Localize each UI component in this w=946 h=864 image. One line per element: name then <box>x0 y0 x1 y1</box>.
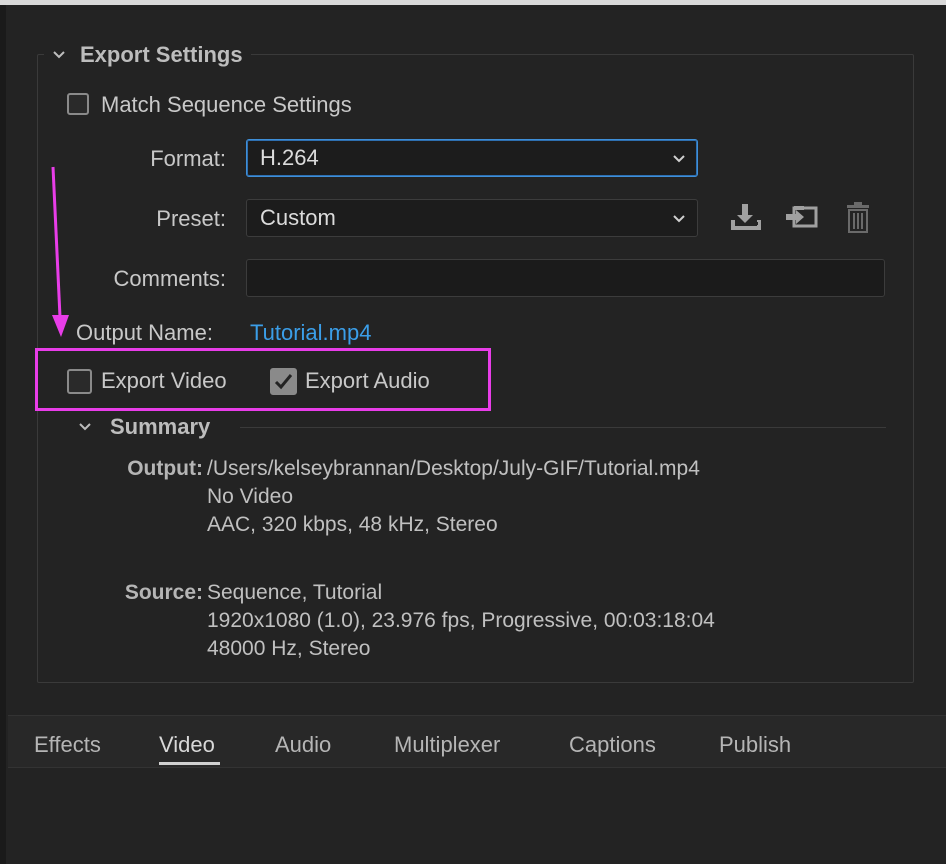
chevron-down-icon <box>673 215 685 223</box>
chevron-down-icon[interactable] <box>52 48 66 62</box>
summary-output-path: /Users/kelseybrannan/Desktop/July-GIF/Tu… <box>207 457 700 480</box>
summary-output-label: Output: <box>127 457 203 480</box>
chevron-down-icon <box>673 155 685 163</box>
active-tab-indicator <box>159 762 220 765</box>
export-video-checkbox[interactable] <box>67 369 92 394</box>
output-name-label: Output Name: <box>76 320 213 345</box>
save-preset-icon[interactable] <box>728 200 764 236</box>
tab-audio[interactable]: Audio <box>275 732 331 758</box>
summary-divider <box>240 427 886 428</box>
export-settings-header[interactable]: Export Settings <box>44 40 251 70</box>
export-audio-checkbox[interactable] <box>270 368 297 395</box>
window-top-strip <box>0 0 946 5</box>
match-sequence-checkbox[interactable] <box>67 93 89 115</box>
tab-publish[interactable]: Publish <box>719 732 791 758</box>
summary-output-video: No Video <box>207 485 294 508</box>
tab-video[interactable]: Video <box>159 732 215 758</box>
comments-label: Comments: <box>113 266 226 291</box>
tab-captions[interactable]: Captions <box>569 732 656 758</box>
output-name-link[interactable]: Tutorial.mp4 <box>250 320 371 346</box>
summary-header[interactable]: Summary <box>78 414 210 440</box>
summary-source-audio: 48000 Hz, Stereo <box>207 637 371 660</box>
preset-label: Preset: <box>156 206 226 231</box>
import-preset-icon[interactable] <box>784 200 820 236</box>
chevron-down-icon[interactable] <box>78 420 92 434</box>
summary-output-audio: AAC, 320 kbps, 48 kHz, Stereo <box>207 513 498 536</box>
comments-input[interactable] <box>246 259 885 297</box>
annotation-arrow <box>51 166 69 337</box>
preset-value: Custom <box>260 205 336 230</box>
format-label: Format: <box>150 146 226 171</box>
format-value: H.264 <box>260 145 319 170</box>
tab-multiplexer[interactable]: Multiplexer <box>394 732 500 758</box>
export-settings-title: Export Settings <box>80 42 243 67</box>
summary-title: Summary <box>110 414 211 439</box>
checkmark-icon <box>274 374 293 390</box>
format-select[interactable]: H.264 <box>246 139 698 177</box>
panel-left-edge <box>0 5 6 864</box>
summary-source-video: 1920x1080 (1.0), 23.976 fps, Progressive… <box>207 609 715 632</box>
export-video-label: Export Video <box>101 368 227 393</box>
summary-source-label: Source: <box>124 581 203 604</box>
trash-icon[interactable] <box>840 200 876 236</box>
preset-select[interactable]: Custom <box>246 199 698 237</box>
tab-effects[interactable]: Effects <box>34 732 101 758</box>
export-audio-label: Export Audio <box>305 368 430 393</box>
match-sequence-label: Match Sequence Settings <box>101 92 352 117</box>
summary-source-name: Sequence, Tutorial <box>207 581 383 604</box>
